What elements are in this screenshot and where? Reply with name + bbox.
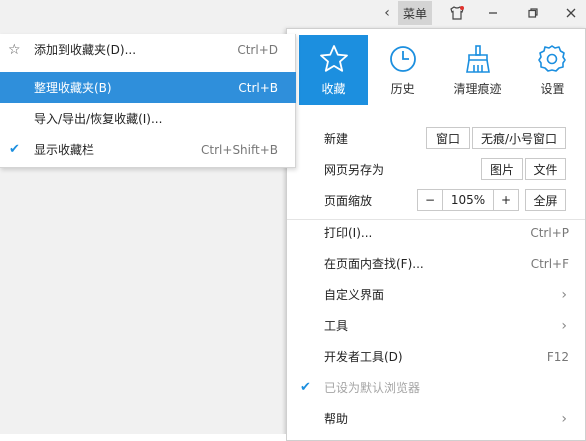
zoom-label: 页面缩放	[324, 194, 373, 208]
new-incognito-window-button[interactable]: 无痕/小号窗口	[472, 127, 566, 149]
zoom-out-button[interactable]: −	[417, 189, 443, 211]
devtools-menu-item[interactable]: 开发者工具(D) F12	[288, 341, 585, 372]
favorites-tab-label: 收藏	[321, 82, 346, 96]
save-as-row: 网页另存为 图片 文件	[288, 154, 585, 185]
history-tab[interactable]: 历史	[368, 35, 437, 105]
print-menu-item[interactable]: 打印(I)... Ctrl+P	[288, 217, 585, 248]
clear-traces-tab[interactable]: 清理痕迹	[437, 35, 518, 105]
restore-icon[interactable]	[518, 0, 548, 26]
devtools-shortcut: F12	[546, 349, 569, 364]
help-label: 帮助	[324, 412, 349, 426]
chevron-right-icon: ›	[561, 317, 567, 334]
menu-button[interactable]: 菜单	[398, 1, 432, 25]
chevron-right-icon: ›	[561, 410, 567, 427]
add-to-favorites-item[interactable]: ☆ 添加到收藏夹(D)... Ctrl+D	[0, 34, 296, 65]
clear-traces-tab-label: 清理痕迹	[453, 82, 502, 96]
show-favorites-bar-label: 显示收藏栏	[34, 143, 95, 157]
star-icon	[318, 43, 350, 75]
save-as-image-button[interactable]: 图片	[481, 158, 523, 180]
show-favorites-bar-item[interactable]: ✔ 显示收藏栏 Ctrl+Shift+B	[0, 134, 296, 165]
customize-menu-item[interactable]: 自定义界面 ›	[288, 279, 585, 310]
import-export-label: 导入/导出/恢复收藏(I)...	[34, 112, 163, 126]
add-to-favorites-label: 添加到收藏夹(D)...	[34, 43, 137, 57]
print-shortcut: Ctrl+P	[530, 225, 569, 240]
organize-favorites-shortcut: Ctrl+B	[238, 80, 278, 95]
checkmark-icon: ✔	[9, 142, 20, 157]
zoom-value: 105%	[443, 189, 493, 211]
history-tab-label: 历史	[390, 82, 415, 96]
new-label: 新建	[324, 132, 349, 146]
main-menu-icon-row: 收藏 历史 清理痕迹 设置	[299, 35, 586, 105]
help-menu-item[interactable]: 帮助 ›	[288, 403, 585, 434]
default-browser-label: 已设为默认浏览器	[324, 381, 421, 395]
close-icon[interactable]	[556, 0, 586, 26]
find-label: 在页面内查找(F)...	[324, 257, 424, 271]
star-outline-icon: ☆	[8, 41, 21, 58]
new-row: 新建 窗口 无痕/小号窗口	[288, 123, 585, 154]
main-menu-panel: 收藏 历史 清理痕迹 设置 新建 窗口 无痕/小号窗口 网页另存为 图片 文件 …	[286, 28, 586, 441]
chevron-right-icon: ›	[561, 286, 567, 303]
minimize-icon[interactable]	[478, 0, 508, 26]
tools-menu-item[interactable]: 工具 ›	[288, 310, 585, 341]
favorites-submenu: ☆ 添加到收藏夹(D)... Ctrl+D 整理收藏夹(B) Ctrl+B 导入…	[0, 34, 296, 168]
add-to-favorites-shortcut: Ctrl+D	[237, 42, 278, 57]
fullscreen-button[interactable]: 全屏	[525, 189, 566, 211]
tools-label: 工具	[324, 319, 349, 333]
settings-tab[interactable]: 设置	[518, 35, 586, 105]
zoom-row: 页面缩放 − 105% + 全屏	[288, 185, 585, 216]
print-label: 打印(I)...	[324, 226, 373, 240]
save-as-file-button[interactable]: 文件	[525, 158, 566, 180]
favorites-tab[interactable]: 收藏	[299, 35, 369, 105]
zoom-in-button[interactable]: +	[493, 189, 519, 211]
gear-icon	[536, 43, 568, 75]
default-browser-menu-item: ✔ 已设为默认浏览器	[288, 372, 585, 403]
page-background	[0, 434, 286, 441]
new-window-button[interactable]: 窗口	[426, 127, 470, 149]
title-bar: ‹ 菜单	[0, 0, 586, 26]
find-shortcut: Ctrl+F	[530, 256, 569, 271]
shirt-icon[interactable]	[444, 0, 470, 26]
checkmark-icon: ✔	[300, 380, 311, 395]
settings-tab-label: 设置	[540, 82, 565, 96]
chevron-left-icon[interactable]: ‹	[377, 0, 397, 26]
customize-label: 自定义界面	[324, 288, 385, 302]
find-in-page-menu-item[interactable]: 在页面内查找(F)... Ctrl+F	[288, 248, 585, 279]
import-export-favorites-item[interactable]: 导入/导出/恢复收藏(I)...	[0, 103, 296, 134]
show-favorites-bar-shortcut: Ctrl+Shift+B	[201, 142, 278, 157]
organize-favorites-label: 整理收藏夹(B)	[34, 81, 112, 95]
organize-favorites-item[interactable]: 整理收藏夹(B) Ctrl+B	[0, 72, 296, 103]
clock-icon	[387, 43, 419, 75]
devtools-label: 开发者工具(D)	[324, 350, 403, 364]
broom-icon	[462, 43, 494, 75]
save-as-label: 网页另存为	[324, 163, 385, 177]
